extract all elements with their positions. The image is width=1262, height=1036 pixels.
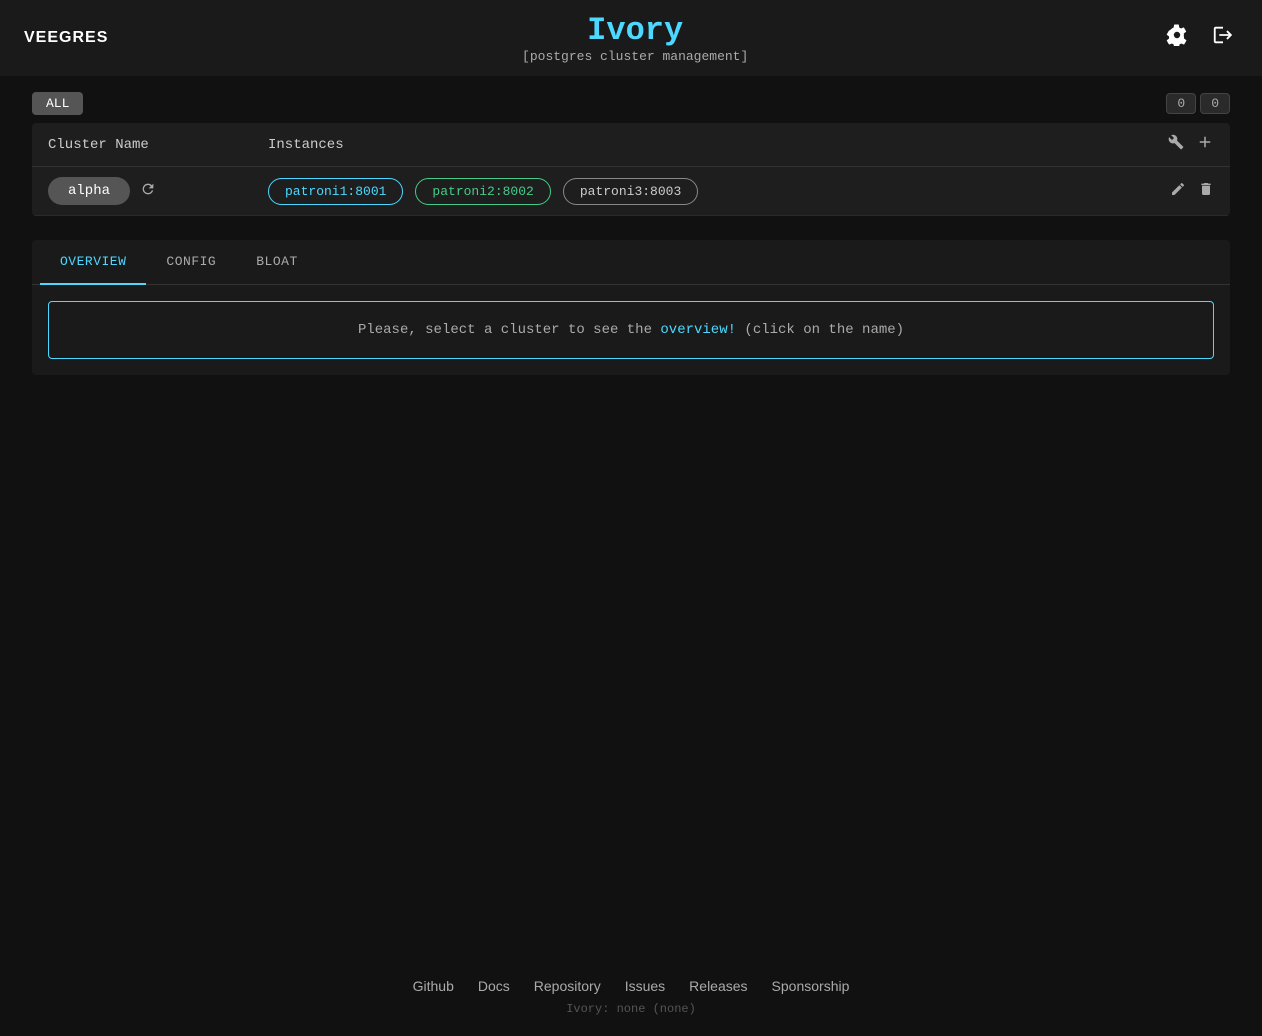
footer-link-docs[interactable]: Docs (478, 978, 510, 994)
tab-content-overview: Please, select a cluster to see the over… (32, 285, 1230, 375)
instance-badge-1[interactable]: patroni1:8001 (268, 178, 403, 205)
gear-icon (1166, 24, 1188, 46)
table-header-actions (1168, 133, 1214, 156)
wrench-header-button[interactable] (1168, 134, 1184, 155)
overview-message-part1: Please, select a cluster to see the (358, 322, 660, 338)
refresh-icon[interactable] (140, 181, 156, 202)
col-cluster-name-header: Cluster Name (48, 137, 268, 153)
trash-icon (1198, 181, 1214, 197)
count-badge-1: 0 (1166, 93, 1196, 114)
cluster-table: Cluster Name Instances alpha (32, 123, 1230, 216)
app-title: Ivory (522, 12, 748, 49)
footer-link-sponsorship[interactable]: Sponsorship (772, 978, 850, 994)
header-center: Ivory [postgres cluster management] (522, 12, 748, 64)
cluster-info-box: Please, select a cluster to see the over… (48, 301, 1214, 359)
header-actions (1162, 20, 1238, 56)
logout-icon (1212, 24, 1234, 46)
main-content: ALL 0 0 Cluster Name Instances (0, 76, 1262, 958)
tabs-section: OVERVIEW CONFIG BLOAT Please, select a c… (32, 240, 1230, 375)
cluster-name-button[interactable]: alpha (48, 177, 130, 205)
overview-message-link: overview! (660, 322, 736, 338)
refresh-icon-svg (140, 181, 156, 197)
edit-icon (1170, 181, 1186, 197)
col-instances-header: Instances (268, 137, 1168, 153)
add-icon (1196, 133, 1214, 151)
app-header: VEEGRES Ivory [postgres cluster manageme… (0, 0, 1262, 76)
all-filter-button[interactable]: ALL (32, 92, 83, 115)
table-header: Cluster Name Instances (32, 123, 1230, 167)
cluster-name-cell: alpha (48, 177, 268, 205)
overview-message-part2: (click on the name) (736, 322, 904, 338)
tab-config[interactable]: CONFIG (146, 240, 236, 285)
footer-link-issues[interactable]: Issues (625, 978, 665, 994)
footer-link-releases[interactable]: Releases (689, 978, 747, 994)
add-cluster-button[interactable] (1196, 133, 1214, 156)
instance-badge-3[interactable]: patroni3:8003 (563, 178, 698, 205)
count-badge-2: 0 (1200, 93, 1230, 114)
footer-links: Github Docs Repository Issues Releases S… (20, 978, 1242, 994)
brand-logo: VEEGRES (24, 29, 108, 47)
settings-button[interactable] (1162, 20, 1192, 56)
tab-overview[interactable]: OVERVIEW (40, 240, 146, 285)
footer-version: Ivory: none (none) (20, 1002, 1242, 1016)
footer-link-github[interactable]: Github (413, 978, 454, 994)
footer-link-repository[interactable]: Repository (534, 978, 601, 994)
edit-cluster-button[interactable] (1170, 181, 1186, 202)
tab-bloat[interactable]: BLOAT (236, 240, 318, 285)
filter-counts: 0 0 (1166, 93, 1230, 114)
table-row: alpha patroni1:8001 patroni2:8002 patron… (32, 167, 1230, 216)
logout-button[interactable] (1208, 20, 1238, 56)
tabs-nav: OVERVIEW CONFIG BLOAT (32, 240, 1230, 285)
instances-cell: patroni1:8001 patroni2:8002 patroni3:800… (268, 178, 1170, 205)
row-actions (1170, 181, 1214, 202)
app-footer: Github Docs Repository Issues Releases S… (0, 958, 1262, 1036)
wrench-icon (1168, 134, 1184, 150)
delete-cluster-button[interactable] (1198, 181, 1214, 202)
filter-bar: ALL 0 0 (32, 92, 1230, 115)
app-subtitle: [postgres cluster management] (522, 49, 748, 64)
instance-badge-2[interactable]: patroni2:8002 (415, 178, 550, 205)
